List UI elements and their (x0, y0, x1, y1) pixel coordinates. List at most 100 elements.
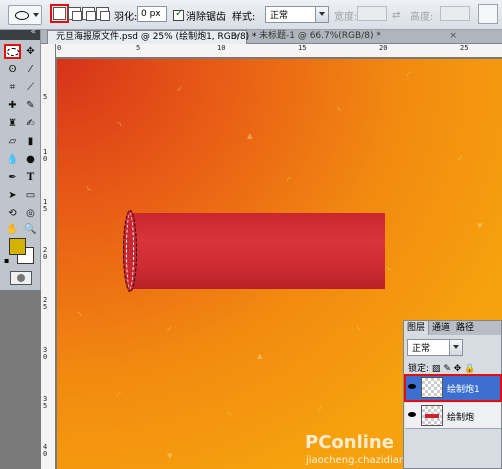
slice-icon: ⟋ (27, 82, 34, 93)
tab-document-2[interactable]: 未标题-1 @ 66.7%(RGB/8) * × (251, 30, 463, 44)
tools-panel-grip[interactable] (0, 27, 40, 40)
hand-tool[interactable]: ✋ (4, 222, 21, 237)
close-icon[interactable]: × (232, 31, 240, 44)
blend-mode-select[interactable]: 正常 (407, 339, 463, 356)
antialias-checkbox[interactable] (173, 8, 184, 21)
tab-layers[interactable]: 图层 (404, 321, 430, 335)
zoom-tool[interactable]: 🔍 (22, 222, 39, 237)
ruler-tick-label: 1 5 (43, 198, 48, 213)
layers-panel-tabs: 图层 通道 路径 (404, 321, 501, 335)
lasso-tool[interactable]: ʘ (4, 62, 21, 77)
ruler-tick-label: 20 (379, 44, 388, 52)
confetti-shape: ◟ (337, 99, 342, 112)
move-tool[interactable]: ✥ (22, 44, 39, 59)
quick-mask-button[interactable] (10, 271, 32, 285)
eraser-tool[interactable]: ▱ (4, 134, 21, 149)
confetti-shape: ◞ (167, 319, 172, 332)
lock-paint-icon[interactable]: ✎ (443, 364, 451, 374)
foreground-color-swatch[interactable] (9, 238, 26, 255)
gradient-icon: ▮ (27, 136, 34, 147)
lock-label: 锁定: (408, 364, 430, 374)
ruler-tick-label: 25 (460, 44, 469, 52)
lock-move-icon[interactable]: ✥ (454, 364, 462, 374)
ruler-horizontal[interactable]: 0 5 10 15 20 25 (56, 44, 502, 58)
eraser-icon: ▱ (8, 136, 17, 147)
brush-tool[interactable]: ✎ (22, 98, 39, 113)
subtract-from-selection-button[interactable] (82, 7, 96, 21)
clone-stamp-tool[interactable]: ♜ (4, 116, 21, 131)
watermark-logo: PConline (305, 432, 394, 453)
stamp-icon: ♜ (8, 118, 17, 129)
lasso-icon: ʘ (8, 64, 17, 75)
eye-icon[interactable] (407, 383, 417, 391)
3d-orbit-tool[interactable]: ◎ (22, 206, 39, 221)
ruler-tick-label: 3 5 (43, 395, 48, 410)
tool-preset-picker[interactable] (8, 5, 42, 25)
tab-paths[interactable]: 路径 (453, 321, 477, 335)
dodge-icon: ● (26, 154, 35, 165)
history-brush-tool[interactable]: ✍ (22, 116, 39, 131)
width-input[interactable] (357, 6, 387, 21)
shape-tool[interactable]: ▭ (22, 188, 39, 203)
confetti-shape: ◞ (177, 79, 182, 92)
width-label: 宽度: (334, 11, 358, 23)
healing-brush-tool[interactable]: ✚ (4, 98, 21, 113)
tab-document-1[interactable]: 元旦海报原文件.psd @ 25% (绘制炮1, RGB/8) * × (47, 30, 257, 44)
type-tool[interactable]: T (22, 170, 39, 185)
watermark-brand: PConline (305, 432, 394, 453)
add-to-selection-button[interactable] (68, 7, 82, 21)
layer-row[interactable]: 绘制炮1 (404, 374, 502, 402)
feather-input[interactable]: 0 px (137, 6, 167, 22)
path-select-icon: ➤ (8, 190, 17, 201)
confetti-shape: ▴ (247, 129, 253, 142)
ruler-tick-label: 1 0 (43, 148, 48, 163)
blur-tool[interactable]: 💧 (4, 152, 21, 167)
ruler-tick-label: 2 5 (43, 296, 48, 311)
height-input[interactable] (440, 6, 470, 21)
lock-all-icon[interactable]: 🔒 (464, 364, 475, 374)
slice-tool[interactable]: ⟋ (22, 80, 39, 95)
ruler-tick-label: 0 (57, 44, 62, 52)
height-label: 高度: (410, 11, 434, 23)
pen-icon: ✒ (8, 172, 17, 183)
confetti-shape: ◞ (457, 149, 462, 162)
pen-tool[interactable]: ✒ (4, 170, 21, 185)
firecracker-body-shape (130, 213, 385, 289)
magic-wand-tool[interactable]: ⁄ (22, 62, 39, 77)
confetti-shape: ◜ (407, 69, 412, 82)
confetti-shape: ◝ (117, 119, 122, 132)
crop-icon: ⌗ (9, 82, 16, 93)
feather-label: 羽化: (114, 11, 138, 23)
lock-row: 锁定: ▨ ✎ ✥ 🔒 (408, 361, 475, 374)
ruler-vertical[interactable]: 5 1 0 1 5 2 0 2 5 3 0 3 5 4 0 (41, 44, 56, 469)
confetti-shape: ◟ (357, 319, 362, 332)
3d-rotate-tool[interactable]: ⟲ (4, 206, 21, 221)
ruler-tick-label: 15 (298, 44, 307, 52)
ruler-tick-label: 5 (43, 93, 48, 101)
orbit-icon: ◎ (26, 208, 35, 219)
refine-edge-button[interactable] (478, 4, 498, 24)
confetti-shape: ◜ (117, 389, 122, 402)
chevron-down-icon (315, 7, 328, 22)
confetti-shape: ◜ (287, 174, 292, 187)
intersect-selection-button[interactable] (96, 7, 110, 21)
dodge-tool[interactable]: ● (22, 152, 39, 167)
3d-icon: ⟲ (8, 208, 17, 219)
close-icon[interactable]: × (449, 30, 457, 43)
layer-row[interactable]: 绘制炮 (405, 403, 501, 429)
style-select-value: 正常 (270, 11, 289, 21)
path-selection-tool[interactable]: ➤ (4, 188, 21, 203)
gradient-tool[interactable]: ▮ (22, 134, 39, 149)
chevron-down-icon (449, 340, 462, 355)
tab-channels[interactable]: 通道 (429, 321, 453, 335)
crop-tool[interactable]: ⌗ (4, 80, 21, 95)
lock-transparent-icon[interactable]: ▨ (432, 364, 441, 374)
style-select[interactable]: 正常 (265, 6, 329, 23)
new-selection-button[interactable] (50, 4, 69, 23)
swap-icon[interactable]: ⇄ (392, 10, 400, 21)
eye-icon[interactable] (407, 411, 417, 419)
confetti-shape: ◟ (387, 259, 392, 272)
ruler-tick-label: 10 (217, 44, 226, 52)
elliptical-marquee-tool[interactable] (4, 44, 21, 59)
default-colors-icon[interactable]: ▪ (4, 256, 9, 265)
